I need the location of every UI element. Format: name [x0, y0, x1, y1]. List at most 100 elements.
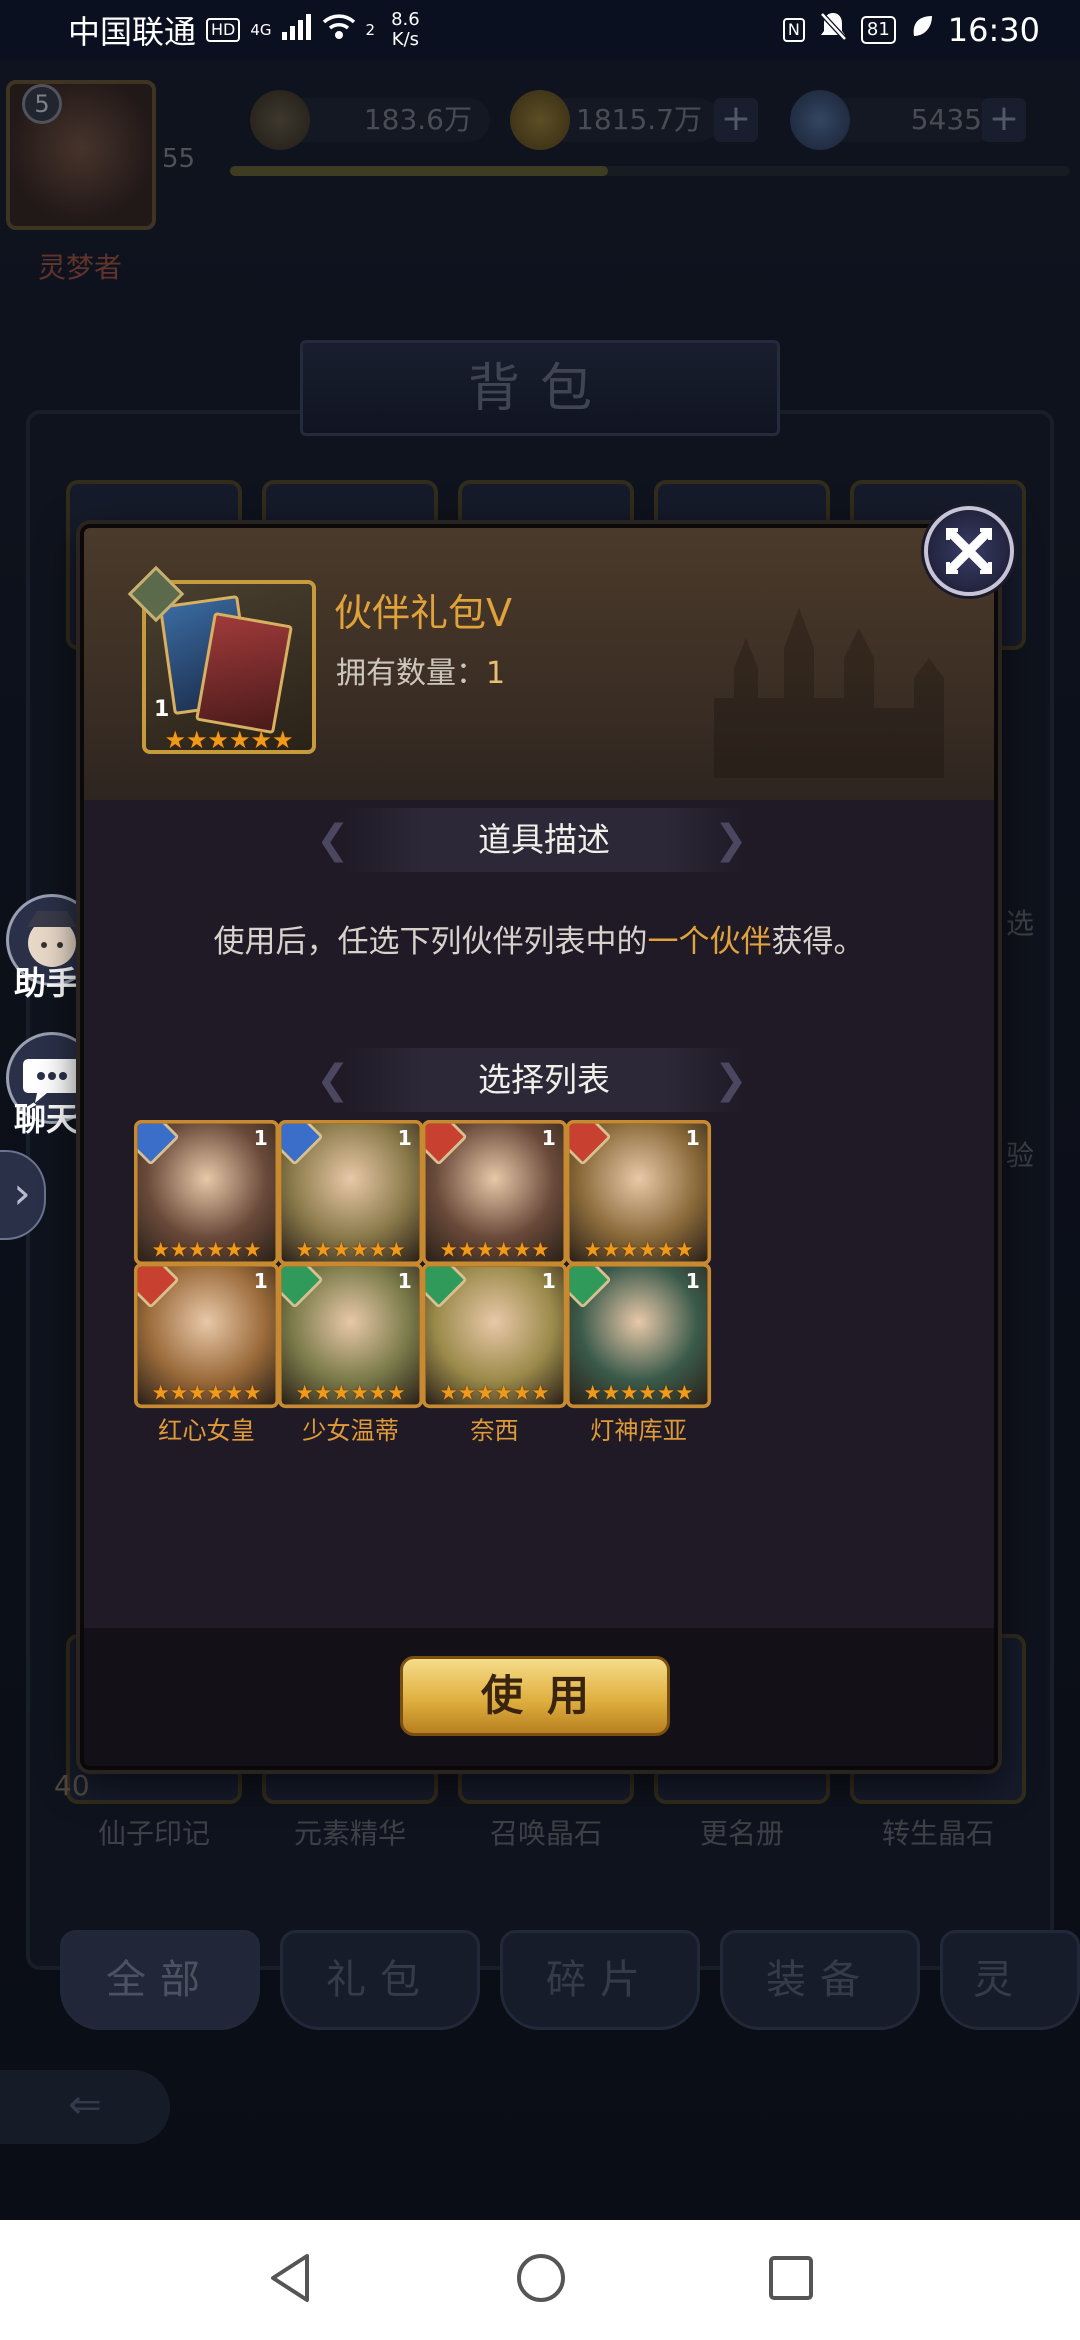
hero-option[interactable]: 1 ★ ★ ★ ★ ★ ★ 灯神库亚 [566, 1263, 712, 1446]
description-text-end: 获得。 [771, 924, 865, 960]
star-icon: ★ [675, 1382, 694, 1406]
star-icon: ★ [151, 1382, 170, 1406]
network-speed: 8.6 K/s [391, 10, 420, 50]
star-icon: ★ [387, 1239, 406, 1263]
hero-portrait: 1 ★ ★ ★ ★ ★ ★ [422, 1263, 568, 1409]
star-icon: ★ [332, 1382, 351, 1406]
hero-portrait: 1 ★ ★ ★ ★ ★ ★ [566, 1263, 712, 1409]
wifi-sub-number: 2 [365, 21, 376, 39]
status-bar: 中国联通 HD 4G 2 8.6 K/s N 81 16:30 [0, 0, 1080, 60]
description-text: 使用后，任选下列伙伴列表中的 [213, 924, 648, 960]
battery-level: 81 [860, 16, 896, 44]
hero-count: 1 [397, 1127, 412, 1151]
star-icon: ★ [601, 1382, 621, 1406]
star-icon: ★ [224, 1239, 244, 1263]
hero-star-rating: ★ ★ ★ ★ ★ ★ [570, 1382, 708, 1406]
hero-count: 1 [685, 1270, 700, 1294]
item-count: 1 [154, 697, 170, 722]
hero-name: 灯神库亚 [590, 1417, 687, 1446]
star-icon: ★ [656, 1382, 676, 1406]
star-icon: ★ [368, 1382, 388, 1406]
hero-portrait: 1 ★ ★ ★ ★ ★ ★ [134, 1263, 280, 1409]
star-icon: ★ [229, 726, 251, 754]
star-icon: ★ [169, 1382, 189, 1406]
hero-star-rating: ★ ★ ★ ★ ★ ★ [570, 1239, 708, 1263]
hero-option[interactable]: 1 ★ ★ ★ ★ ★ ★ 奈西 [422, 1263, 568, 1446]
system-navigation-bar [0, 2220, 1080, 2340]
star-icon: ★ [295, 1382, 314, 1406]
hero-count: 1 [253, 1127, 268, 1151]
item-name: 伙伴礼包V [334, 591, 512, 635]
star-icon: ★ [476, 1382, 495, 1406]
description-title: 道具描述 [344, 808, 744, 872]
hero-option[interactable]: 1 ★ ★ ★ ★ ★ ★ 少女温蒂 [278, 1263, 424, 1446]
star-icon: ★ [368, 1239, 388, 1263]
hero-count: 1 [397, 1270, 412, 1294]
star-icon: ★ [439, 1382, 458, 1406]
gift-pack-item-icon: 1 ★ ★ ★ ★ ★ ★ [127, 565, 316, 754]
star-icon: ★ [675, 1239, 694, 1263]
clock: 16:30 [947, 11, 1040, 49]
close-x-icon [946, 528, 992, 574]
star-icon: ★ [185, 726, 208, 754]
star-icon: ★ [476, 1239, 495, 1263]
hero-count: 1 [541, 1270, 556, 1294]
network-type: 4G [250, 21, 272, 39]
star-icon: ★ [243, 1382, 262, 1406]
wifi-icon [322, 12, 356, 48]
close-button[interactable] [924, 506, 1014, 596]
star-icon: ★ [494, 1239, 513, 1263]
star-icon: ★ [243, 1239, 262, 1263]
item-quantity: 拥有数量：1 [336, 648, 505, 692]
hero-option[interactable]: 1 ★ ★ ★ ★ ★ ★ 红心女皇 [134, 1263, 280, 1446]
quantity-label: 拥有数量： [336, 656, 486, 691]
speed-value: 8.6 [391, 9, 420, 30]
star-icon: ★ [313, 1239, 333, 1263]
dialog-header: 1 ★ ★ ★ ★ ★ ★ 伙伴礼包V 拥有数量：1 [84, 528, 994, 800]
signal-icon [281, 13, 312, 48]
star-icon: ★ [332, 1239, 351, 1263]
hero-star-rating: ★ ★ ★ ★ ★ ★ [138, 1382, 276, 1406]
quantity-value: 1 [486, 656, 506, 691]
star-icon: ★ [531, 1239, 550, 1263]
selection-list-title: 选择列表 [344, 1048, 744, 1112]
star-icon: ★ [620, 1239, 639, 1263]
star-icon: ★ [494, 1382, 513, 1406]
hero-count: 1 [541, 1127, 556, 1151]
star-icon: ★ [188, 1382, 207, 1406]
hero-star-rating: ★ ★ ★ ★ ★ ★ [282, 1382, 420, 1406]
star-icon: ★ [206, 1382, 225, 1406]
star-icon: ★ [250, 726, 273, 754]
mute-bell-icon [819, 11, 847, 49]
leaf-icon [910, 13, 934, 48]
star-icon: ★ [207, 726, 229, 754]
hero-name: 奈西 [470, 1417, 519, 1446]
star-icon: ★ [188, 1239, 207, 1263]
star-icon: ★ [583, 1382, 602, 1406]
star-icon: ★ [313, 1382, 333, 1406]
use-button[interactable]: 使用 [400, 1656, 670, 1736]
star-icon: ★ [439, 1239, 458, 1263]
star-icon: ★ [350, 1239, 369, 1263]
star-icon: ★ [387, 1382, 406, 1406]
hero-star-rating: ★ ★ ★ ★ ★ ★ [138, 1239, 276, 1263]
star-icon: ★ [531, 1382, 550, 1406]
star-icon: ★ [638, 1239, 657, 1263]
star-icon: ★ [457, 1382, 477, 1406]
speed-unit: K/s [391, 29, 420, 50]
nav-home-icon[interactable] [515, 2252, 567, 2308]
nav-back-icon[interactable] [265, 2252, 315, 2308]
ornament-right-icon: ❯ [714, 817, 748, 863]
description-highlight: 一个伙伴 [647, 924, 772, 960]
star-icon: ★ [295, 1239, 314, 1263]
star-icon: ★ [638, 1382, 657, 1406]
star-icon: ★ [601, 1239, 621, 1263]
hero-name: 少女温蒂 [302, 1417, 399, 1446]
nav-recent-apps-icon[interactable] [767, 2254, 815, 2306]
star-icon: ★ [224, 1382, 244, 1406]
castle-silhouette-icon [714, 608, 944, 778]
star-icon: ★ [164, 726, 186, 754]
hero-portrait: 1 ★ ★ ★ ★ ★ ★ [422, 1120, 568, 1266]
star-icon: ★ [169, 1239, 189, 1263]
hero-count: 1 [253, 1270, 268, 1294]
